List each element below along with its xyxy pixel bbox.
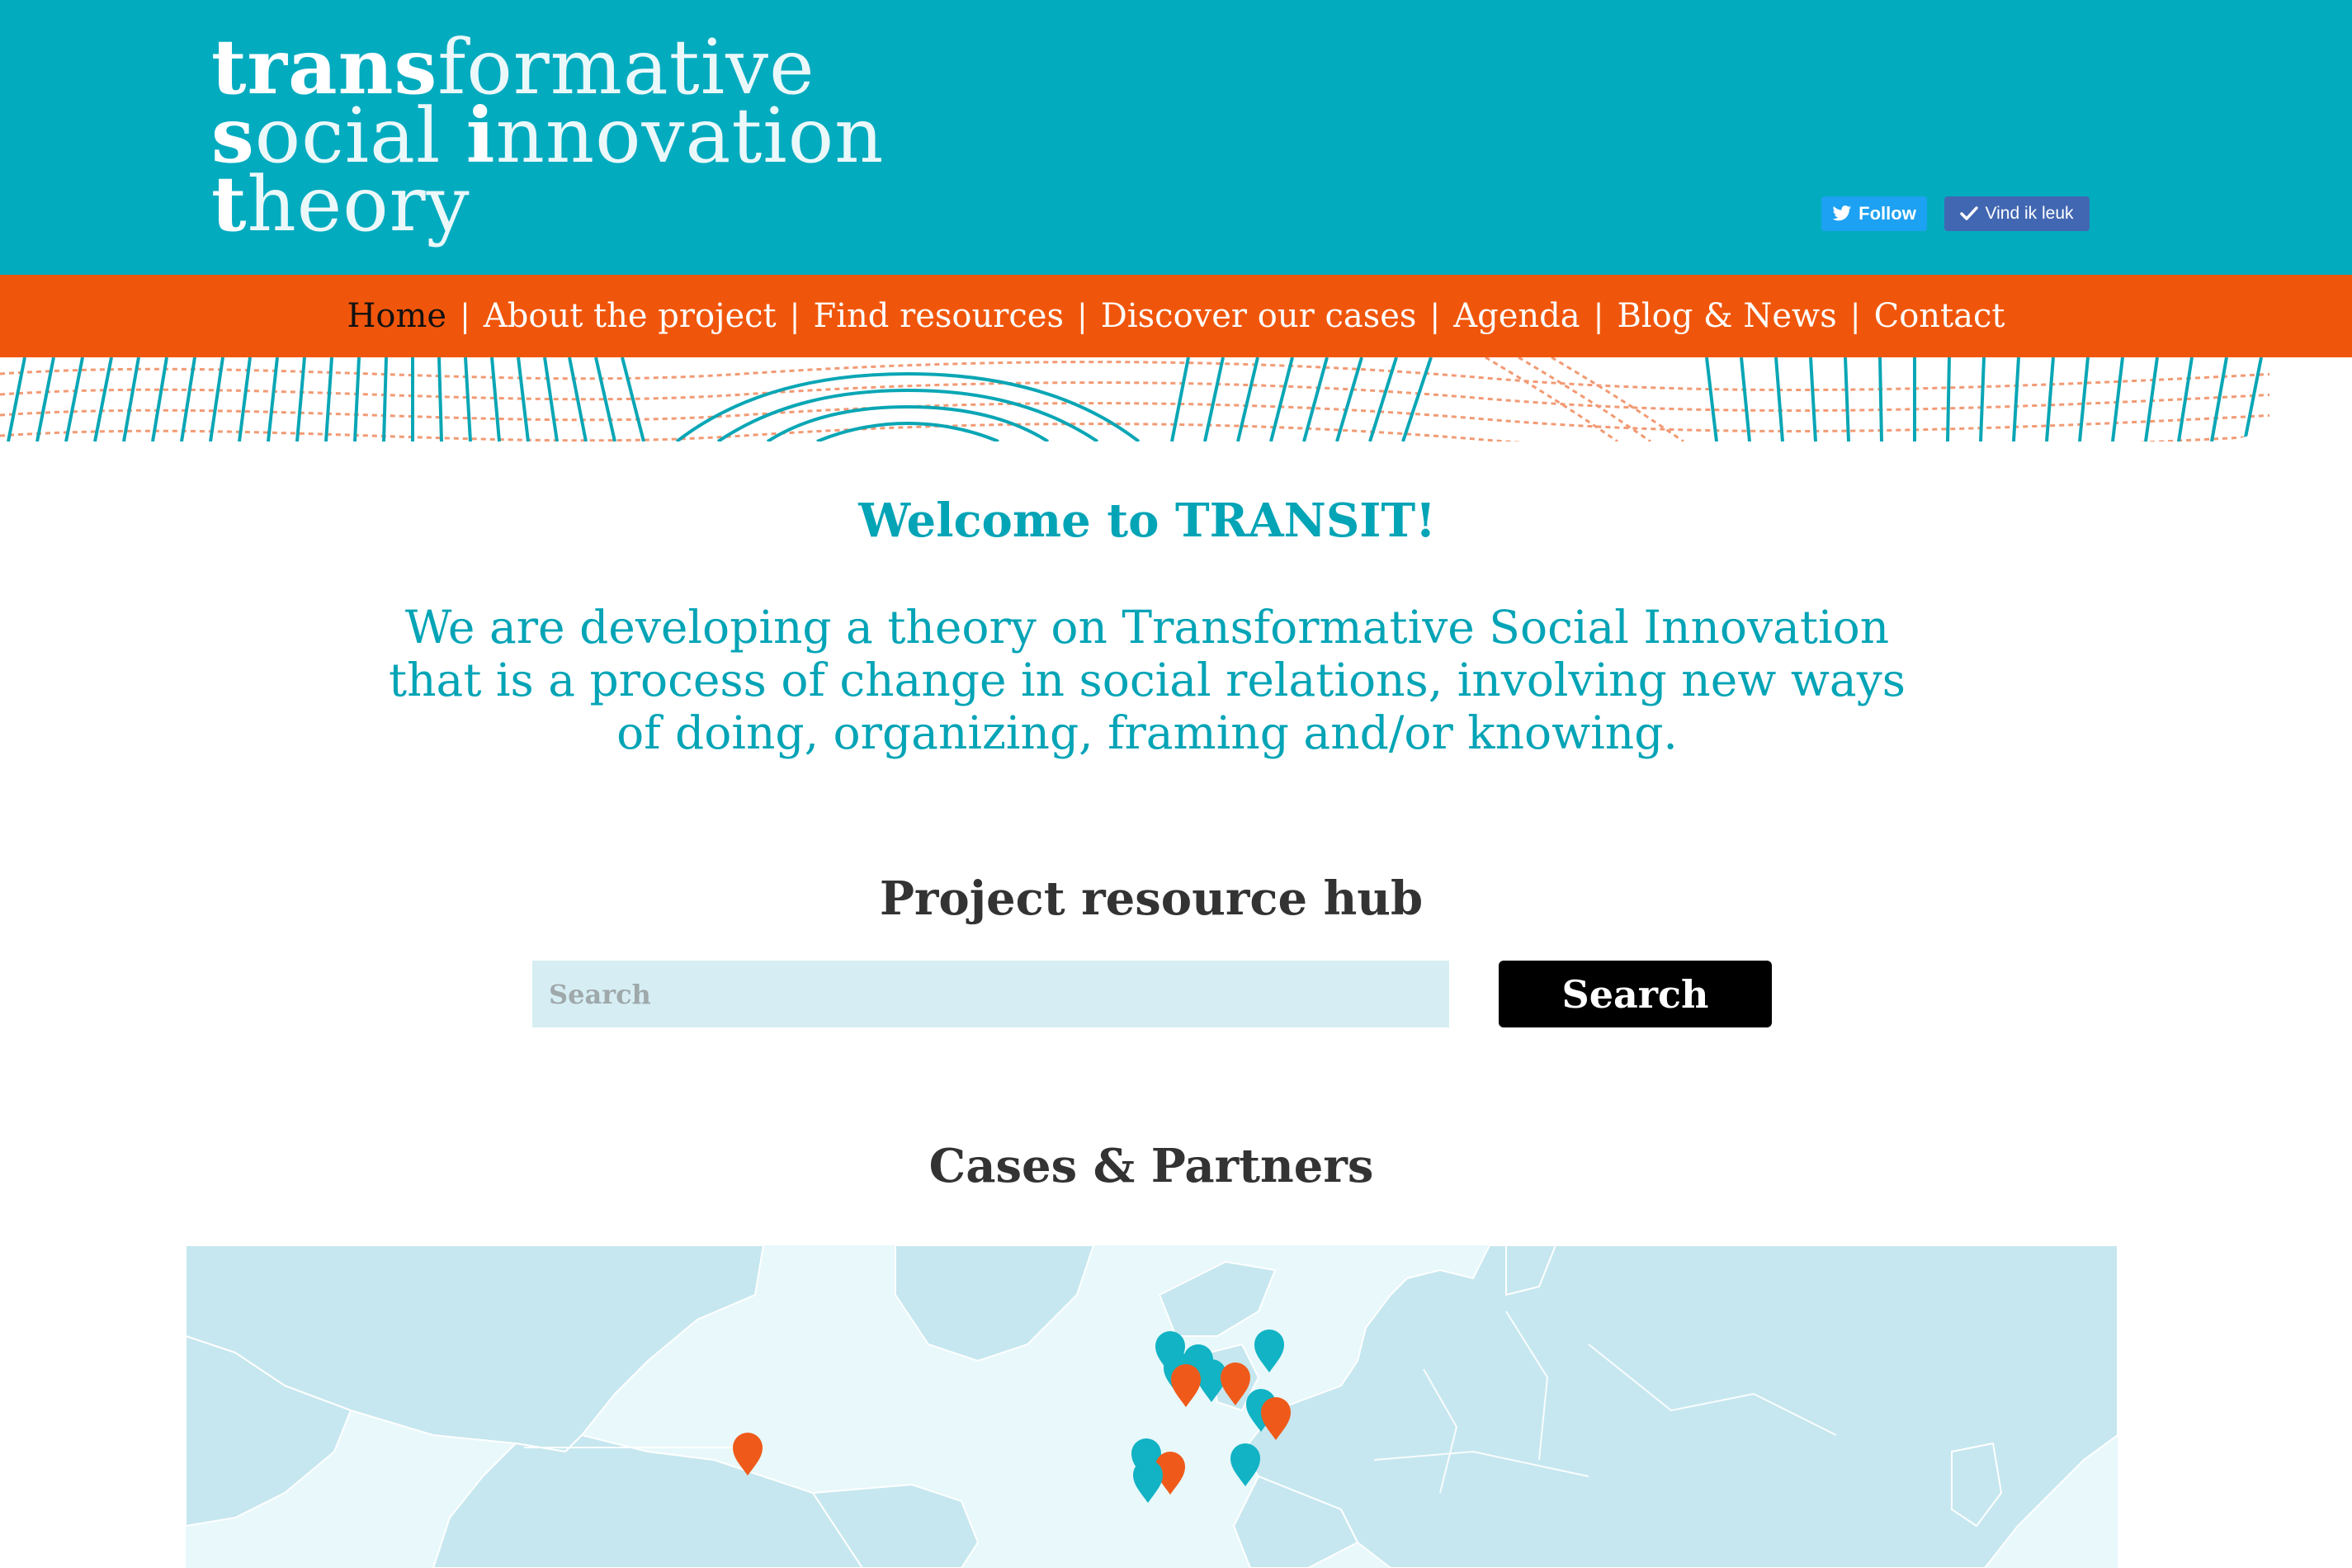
nav-item-find-resources[interactable]: Find resources bbox=[813, 297, 1064, 335]
decorative-pattern-banner bbox=[0, 357, 2352, 442]
nav-item-contact[interactable]: Contact bbox=[1874, 297, 2005, 335]
intro-paragraph: We are developing a theory on Transforma… bbox=[389, 601, 1906, 759]
nav-separator: | bbox=[1429, 298, 1441, 334]
twitter-bird-icon bbox=[1832, 205, 1852, 222]
cases-partners-map[interactable] bbox=[186, 1245, 2118, 1568]
facebook-like-label: Vind ik leuk bbox=[1985, 204, 2074, 223]
nav-item-home[interactable]: Home bbox=[347, 297, 447, 335]
nav-item-discover-cases[interactable]: Discover our cases bbox=[1101, 297, 1417, 335]
nav-separator: | bbox=[1593, 298, 1604, 334]
nav-item-blog-news[interactable]: Blog & News bbox=[1617, 297, 1836, 335]
resource-search-input[interactable] bbox=[532, 961, 1449, 1027]
site-logo[interactable]: transformative social innovation theory bbox=[211, 29, 883, 248]
nav-separator: | bbox=[1076, 298, 1088, 334]
site-header: transformative social innovation theory … bbox=[0, 0, 2352, 275]
cases-partners-title: Cases & Partners bbox=[928, 1139, 1374, 1193]
welcome-title: Welcome to TRANSIT! bbox=[858, 494, 1436, 548]
nav-item-agenda[interactable]: Agenda bbox=[1453, 297, 1580, 335]
resource-hub-title: Project resource hub bbox=[879, 871, 1424, 926]
logo-line-3: theory bbox=[211, 159, 470, 248]
twitter-follow-button[interactable]: Follow bbox=[1821, 196, 1927, 231]
search-button[interactable]: Search bbox=[1499, 961, 1772, 1027]
checkmark-icon bbox=[1960, 206, 1979, 221]
main-navigation: Home | About the project | Find resource… bbox=[0, 275, 2352, 357]
nav-separator: | bbox=[1849, 298, 1861, 334]
facebook-like-button[interactable]: Vind ik leuk bbox=[1944, 196, 2090, 231]
twitter-follow-label: Follow bbox=[1858, 203, 1916, 224]
nav-separator: | bbox=[460, 298, 470, 334]
nav-separator: | bbox=[789, 298, 801, 334]
nav-item-about[interactable]: About the project bbox=[484, 297, 777, 335]
